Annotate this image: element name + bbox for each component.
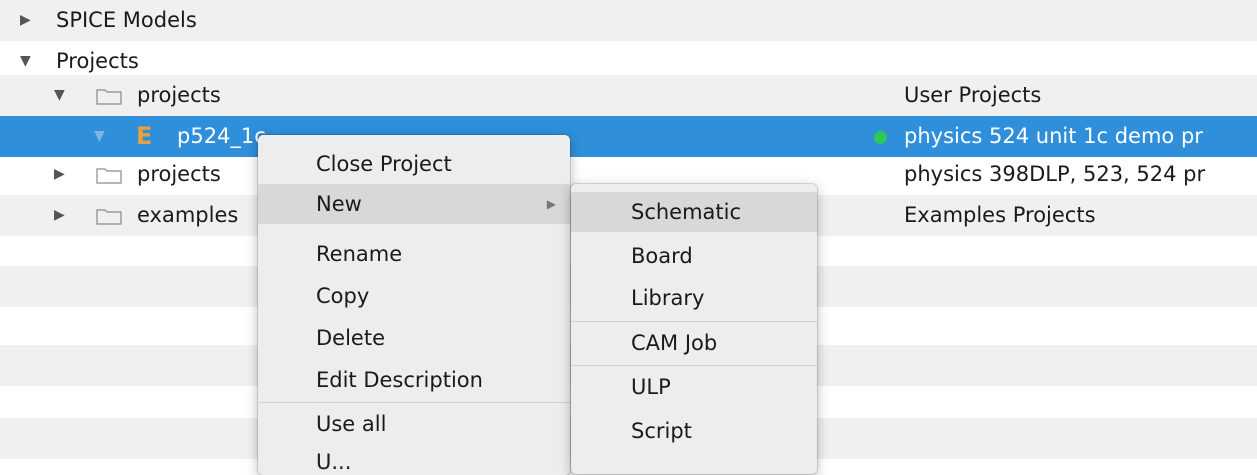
menu-item-edit-description[interactable]: Edit Description [258, 360, 570, 400]
context-menu: Close Project New ▶ Rename Copy Delete E… [258, 135, 570, 475]
tree-row-description: physics 524 unit 1c demo pr [904, 124, 1203, 148]
menu-separator [258, 402, 570, 403]
tree-row-label: examples [137, 203, 239, 227]
menu-separator [571, 365, 817, 366]
submenu-item-schematic[interactable]: Schematic [571, 192, 817, 232]
collapse-arrow-icon[interactable]: ▼ [54, 75, 65, 116]
expand-arrow-icon[interactable]: ▶ [54, 195, 65, 236]
menu-separator [571, 321, 817, 322]
new-submenu: Schematic Board Library CAM Job ULP Scri… [571, 184, 817, 474]
menu-item-close-project[interactable]: Close Project [258, 144, 570, 184]
tree-row-p524-1c[interactable]: ▼ E p524_1c physics 524 unit 1c demo pr [0, 116, 1257, 157]
tree-row-description: physics 398DLP, 523, 524 pr [904, 162, 1206, 186]
menu-item-use-all[interactable]: Use all [258, 404, 570, 444]
folder-icon [96, 168, 122, 184]
submenu-item-ulp[interactable]: ULP [571, 367, 817, 407]
tree-row-description: Examples Projects [904, 203, 1096, 227]
tree-row-description: User Projects [904, 83, 1042, 107]
folder-icon [96, 209, 122, 225]
tree-row-label: projects [137, 83, 221, 107]
folder-icon [96, 89, 122, 105]
tree-row-label: p524_1c [177, 124, 266, 148]
expand-arrow-icon[interactable]: ▶ [20, 0, 31, 41]
collapse-arrow-icon[interactable]: ▼ [94, 116, 105, 157]
menu-item-label: New [316, 192, 362, 216]
submenu-arrow-icon: ▶ [546, 197, 556, 211]
submenu-item-cam-job[interactable]: CAM Job [571, 323, 817, 363]
menu-item-rename[interactable]: Rename [258, 234, 570, 274]
submenu-item-script[interactable]: Script [571, 411, 817, 451]
submenu-item-board[interactable]: Board [571, 236, 817, 276]
menu-item-copy[interactable]: Copy [258, 276, 570, 316]
menu-item-delete[interactable]: Delete [258, 318, 570, 358]
tree-row-label: projects [137, 162, 221, 186]
expand-arrow-icon[interactable]: ▶ [54, 154, 65, 195]
active-status-dot [874, 131, 887, 144]
menu-item-new[interactable]: New ▶ [258, 184, 570, 224]
submenu-item-library[interactable]: Library [571, 278, 817, 318]
eagle-project-icon: E [136, 122, 153, 150]
tree-row-label: SPICE Models [56, 8, 197, 32]
tree-row-user-projects[interactable]: ▼ projects User Projects [0, 75, 1257, 116]
tree-row-spice-models[interactable]: ▶ SPICE Models [0, 0, 1257, 41]
menu-item-partial[interactable]: U... [258, 442, 570, 475]
